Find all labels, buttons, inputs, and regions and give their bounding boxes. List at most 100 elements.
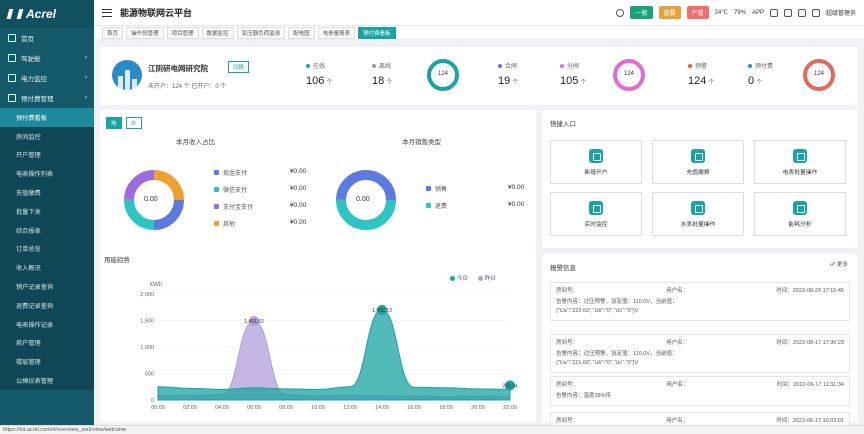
prepay-icon [8,94,16,102]
nav-sub-item[interactable]: 销户记录查询 [0,277,94,296]
quick-entry-button[interactable]: 能耗分析 [754,192,846,236]
nav-sub-item[interactable]: 楼层管理 [0,352,94,372]
x-tick-label: 08:00 [279,405,293,411]
top-bar: 能源物联网云平台 一般 重要 严重 24℃ 79% APP 超级管理员 [94,0,864,26]
quick-entry-button[interactable]: 电表批量操作 [754,140,846,184]
acrel-logo-icon [6,9,24,19]
tab-item[interactable]: 操作员管理 [126,26,164,39]
org-stats: 未开户：124 个 已开户：0 个 [148,84,227,90]
shirt-icon[interactable] [811,8,820,17]
trend-title: 用能趋势 [104,257,130,264]
nav-sub-item[interactable]: 综合报表 [0,220,94,240]
logo: Acrel [0,0,94,28]
x-tick-label: 10:00 [311,405,325,411]
nav-group-1[interactable]: 驾驶舱 › [0,48,94,68]
weather-text: 24℃ [714,10,728,16]
badge-important[interactable]: 重要 [658,6,681,19]
income-title: 本月收入占比 [176,139,215,146]
quick-entry-icon [691,200,705,215]
y-tick-label: 1,500 [140,319,154,325]
summary-ring: 124 [802,58,836,92]
nav-sub-item[interactable]: 开户管理 [0,145,94,165]
toggle-water[interactable]: 水 [126,117,142,129]
humidity-text: 79% [733,9,746,16]
tab-item[interactable]: 变压器负荷监测 [236,26,286,39]
x-tick-label: 06:00 [247,405,261,411]
tab-item[interactable]: 配电图 [288,26,315,39]
status-url: https://iot.acrel.com/#/overview_welcome… [3,427,127,433]
nav-group-0[interactable]: 首页 [0,28,94,48]
tab-item[interactable]: 电参量报表 [317,26,356,39]
peak-label: 1,692.13 [372,308,392,314]
x-tick-label: 02:00 [183,405,197,411]
y-tick-label: 1,000 [140,345,154,351]
income-legend-item: 现金支付 [214,168,247,177]
x-tick-label: 04:00 [215,405,229,411]
end-label: 231.34 [502,383,518,389]
quick-entry-button[interactable]: 新增开户 [550,140,642,184]
dashboard-icon [8,54,16,62]
x-tick-label: 16:00 [407,405,421,411]
nav-group-2[interactable]: 电力监控 › [0,68,94,88]
peak-label: 1,491.52 [244,319,264,325]
lock-icon[interactable] [797,8,806,17]
nav-sub-item[interactable]: 批量下发 [0,201,94,221]
tab-item[interactable]: 项目管理 [166,26,199,39]
nav-sub-item[interactable]: 订单总览 [0,239,94,259]
sales-legend-value: ¥0.00 [508,201,525,208]
x-tick-label: 18:00 [439,405,453,411]
nav-sub-item[interactable]: 电表操作记录 [0,314,94,334]
menu-toggle-icon[interactable] [102,8,112,17]
badge-normal[interactable]: 一般 [630,6,653,19]
chevron-icon: › [85,95,87,101]
quick-entry-card: 快捷入口 新增开户 充值缴费 电表批量操作 实时监控 水表批量操作 能耗分析 [542,110,858,248]
nav-group-3[interactable]: 预付费管理 › [0,88,94,108]
nav-sub-item[interactable]: 收入概况 [0,258,94,278]
nav-sub-item[interactable]: 充值缴费 [0,183,94,202]
tab-item[interactable]: 首页 [102,26,124,39]
tab-item[interactable]: 数据监控 [201,26,234,39]
income-legend-item: 微信支付 [214,185,247,194]
summary-stat: 预付费 0 个 [748,63,774,87]
badge-severe[interactable]: 严重 [686,6,709,19]
chevron-icon: › [85,55,87,61]
summary-stat: 离线 18 个 [372,63,393,87]
app-link[interactable]: APP [752,10,764,16]
org-building-icon [112,60,142,90]
user-name[interactable]: 超级管理员 [826,8,856,17]
search-icon[interactable] [616,8,625,17]
toggle-electric[interactable]: 电 [106,117,122,129]
x-tick-label: 00:00 [151,405,165,411]
quick-entry-button[interactable]: 水表批量操作 [652,192,744,236]
fullscreen-icon[interactable] [769,8,778,17]
nav-sub-item[interactable]: 公摊仪表管理 [0,371,94,390]
sales-legend-item: 销售 [426,184,447,193]
chevron-icon: › [85,75,87,81]
x-tick-label: 14:00 [375,405,389,411]
x-tick-label: 12:00 [343,405,357,411]
tab-item[interactable]: 预付费看板 [358,26,396,39]
screen-icon[interactable] [783,8,792,17]
alarm-more-link[interactable]: ☍ 更多 [830,260,848,268]
series-area-0 [157,309,511,401]
nav-sub-item[interactable]: 预付费看板 [0,108,94,127]
alarm-item[interactable]: 房间号： 用户名： 时间：2022-08-23 17:15:45 告警内容：过压预警，… [550,282,850,321]
summary-stat: 预警 124 个 [688,63,715,87]
alarm-item[interactable]: 房间号： 用户名： 时间：2022-08-17 17:36:23 告警内容：过压预警，… [550,334,850,373]
switch-org-button[interactable]: 切换 [228,61,250,73]
nav-sub-item[interactable]: 电表操作列表 [0,164,94,184]
org-name: 江阴研电网研究院 [148,64,208,73]
app-title: 能源物联网云平台 [120,8,193,18]
sales-title: 本月销售类型 [402,139,441,146]
nav-sub-item[interactable]: 商户管理 [0,333,94,353]
nav-sub-item[interactable]: 退费记录查询 [0,295,94,315]
nav-sub-item[interactable]: 房间监控 [0,126,94,146]
stats-card: 电 水 本月收入占比 0.00 现金支付 ¥0.00 微信支付 ¥0.00 支付宝支付 ¥… [100,110,536,422]
quick-entry-button[interactable]: 充值缴费 [652,140,744,184]
quick-entry-icon [793,200,807,215]
y-tick-label: 2,000 [140,292,154,298]
income-center-value: 0.00 [144,196,158,203]
nav-list: 首页 驾驶舱 › 电力监控 › 预付费管理 › 预付费看板 房间监控 开户管理 电表操作列表 充值缴费… [0,28,94,390]
quick-entry-button[interactable]: 实时监控 [550,192,642,236]
alarm-item[interactable]: 房间号： 用户名： 时间：2022-06-17 11:31:34 告警内容：温度28%… [550,376,850,406]
